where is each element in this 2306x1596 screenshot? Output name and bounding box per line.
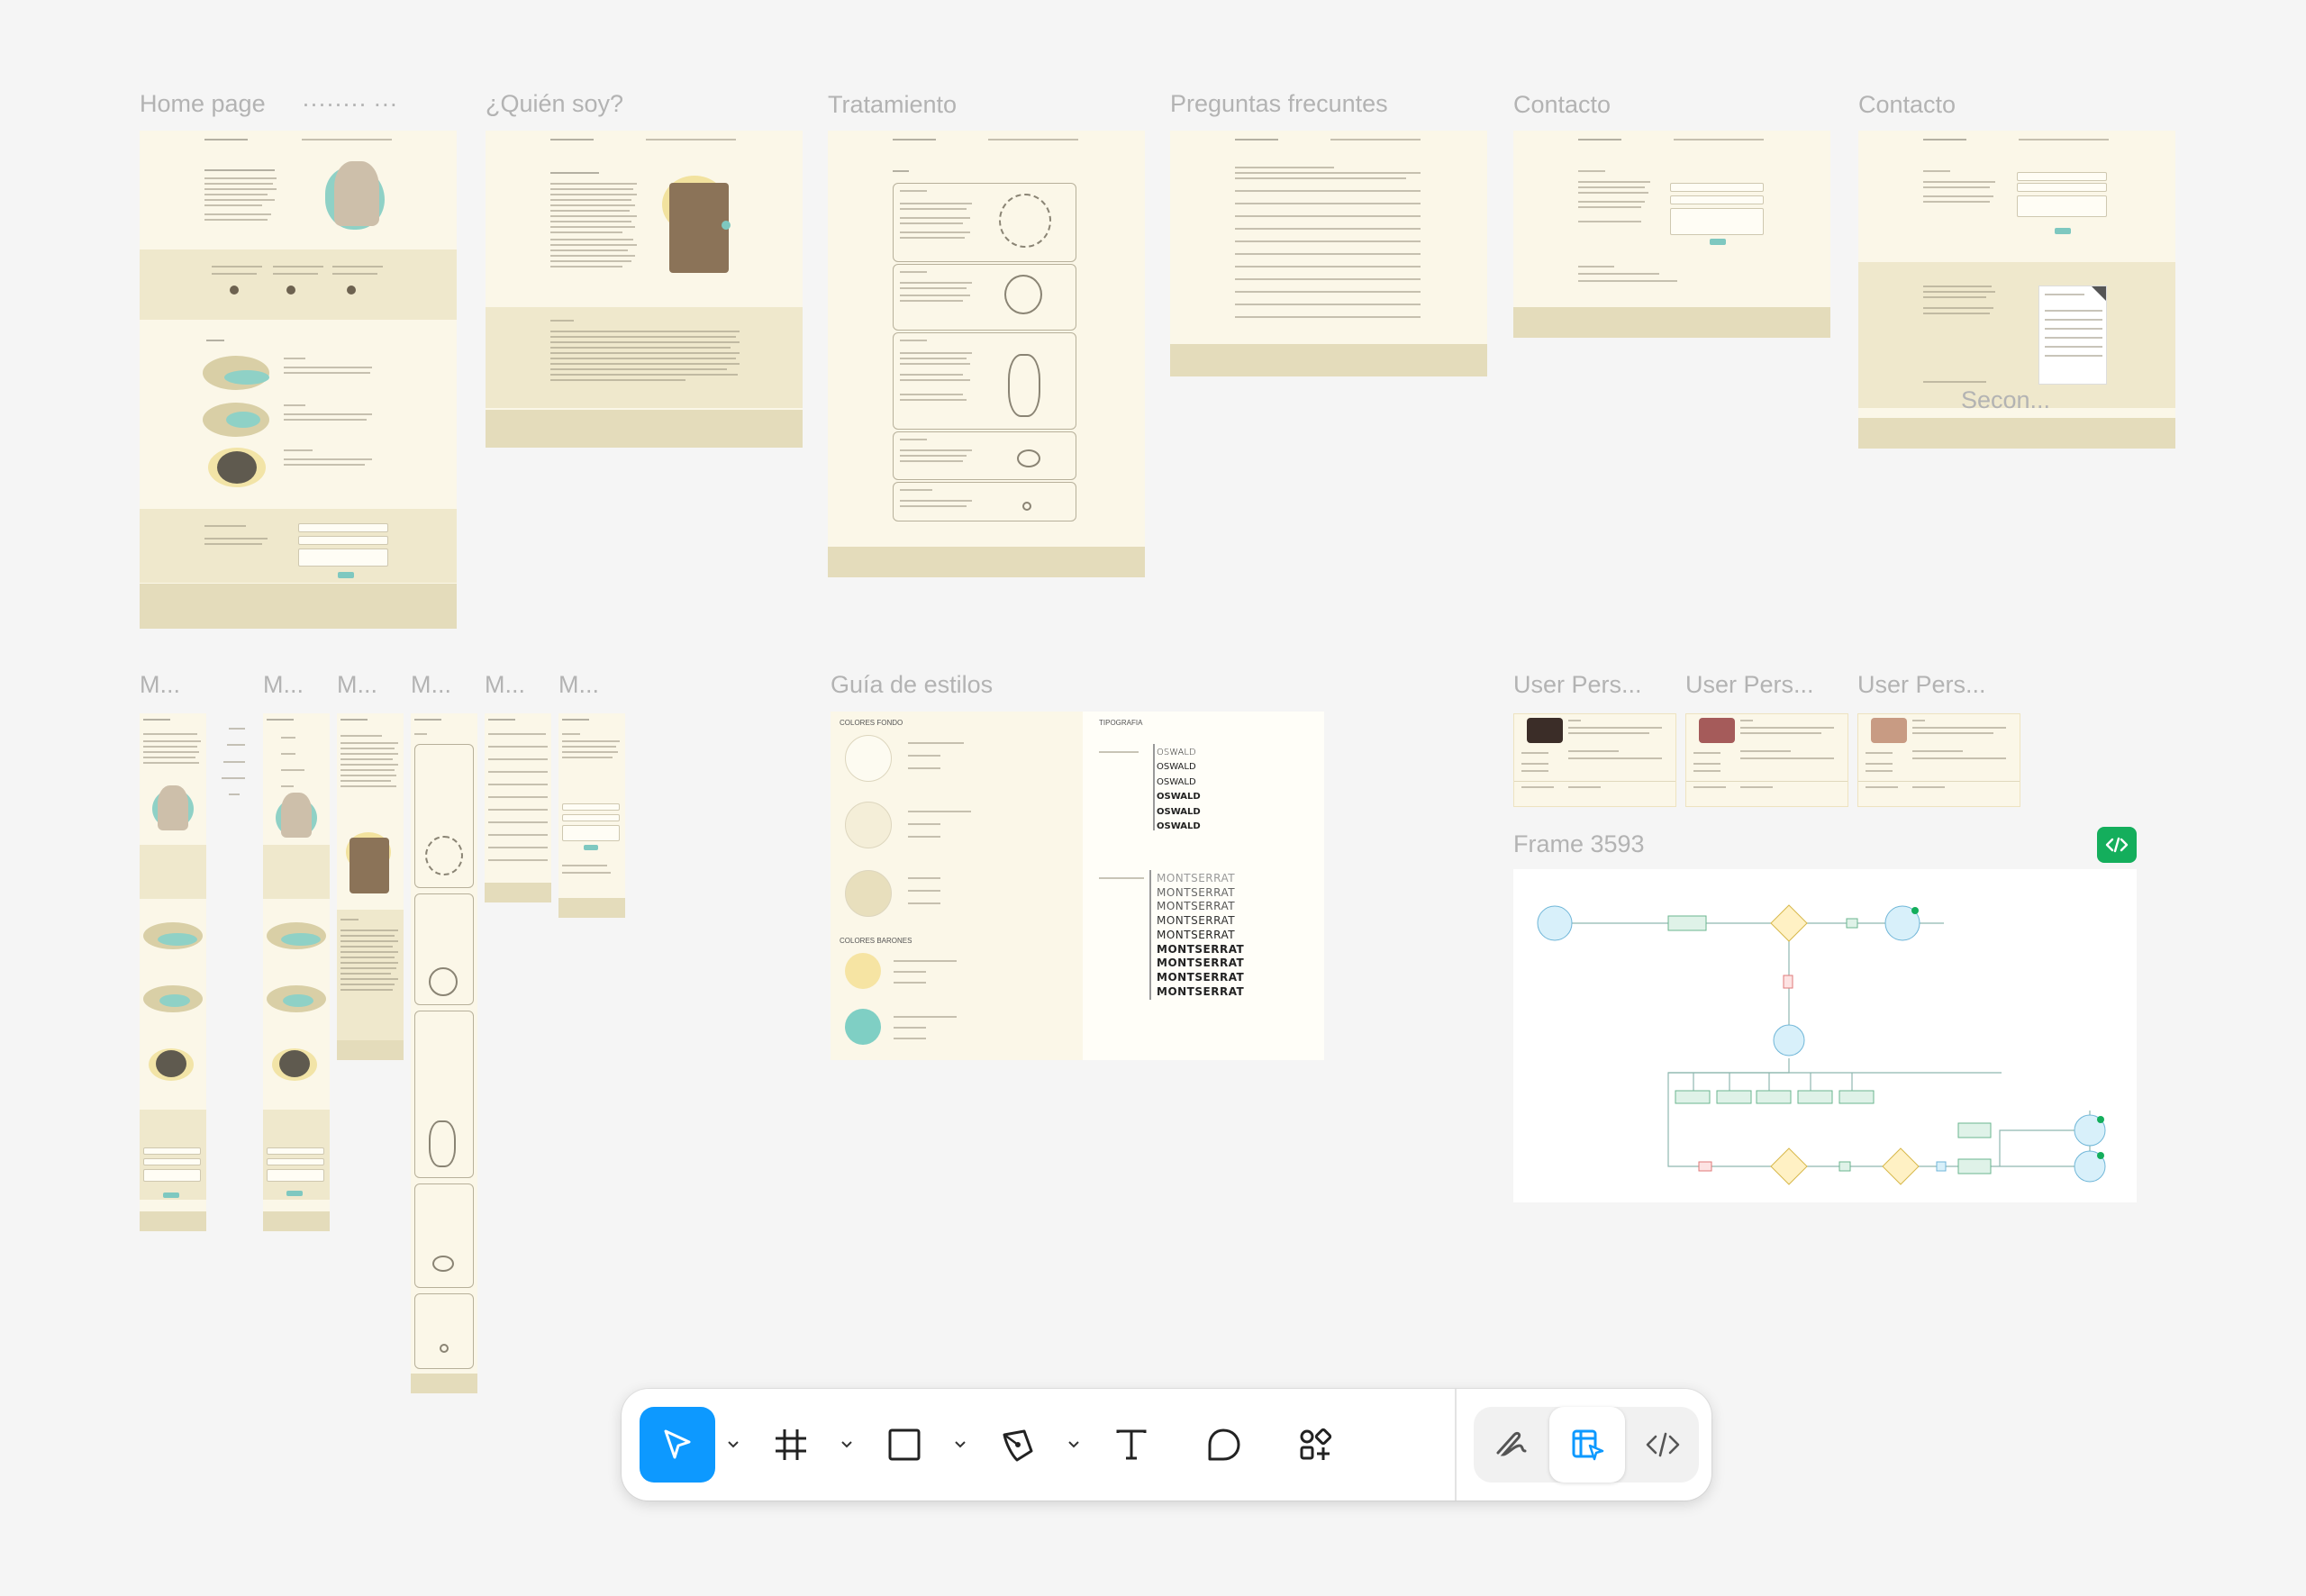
swatch-5: [845, 1009, 881, 1045]
frame-label-user-persona-2[interactable]: User Pers...: [1685, 671, 1814, 699]
montserrat-sample: MONTSERRAT: [1157, 970, 1245, 984]
rectangle-tool-dropdown[interactable]: [946, 1407, 975, 1483]
montserrat-sample: MONTSERRAT: [1157, 872, 1236, 884]
montserrat-sample: MONTSERRAT: [1157, 900, 1236, 913]
cursor-icon: [664, 1429, 691, 1459]
chevron-down-icon: [955, 1441, 966, 1448]
move-tool[interactable]: [640, 1407, 715, 1483]
frame-mobile-quien-soy[interactable]: [337, 713, 404, 1060]
chevron-down-icon: [728, 1441, 739, 1448]
comment-icon: [1208, 1428, 1240, 1461]
swatch-4: [845, 953, 881, 989]
montserrat-sample: MONTSERRAT: [1157, 914, 1236, 928]
frame-quien-soy[interactable]: [486, 131, 803, 448]
pen-icon: [1003, 1429, 1033, 1462]
frame-guia-estilos[interactable]: COLORES FONDO COLORES BARONES TIPOGRAFIA…: [831, 712, 1324, 1060]
comment-tool[interactable]: [1185, 1407, 1261, 1483]
montserrat-sample: MONTSERRAT: [1157, 885, 1236, 899]
oswald-sample: OSWALD: [1157, 748, 1196, 757]
frame-user-persona-1[interactable]: [1513, 713, 1676, 807]
frame-label-preguntas[interactable]: Preguntas frecuntes: [1170, 90, 1388, 118]
montserrat-sample: MONTSERRAT: [1157, 928, 1236, 941]
frame-label-frame-3593[interactable]: Frame 3593: [1513, 830, 1645, 858]
dev-mode[interactable]: [1625, 1407, 1701, 1483]
move-tool-dropdown[interactable]: [719, 1407, 748, 1483]
text-icon: [1116, 1429, 1147, 1460]
frame-mobile-home-menu[interactable]: [263, 713, 330, 1231]
tipografia-title: TIPOGRAFIA: [1099, 719, 1143, 727]
frame-user-persona-3[interactable]: [1857, 713, 2020, 807]
hash-icon: [776, 1429, 806, 1460]
frame-label-home-suffix: ········ ···: [302, 90, 398, 117]
frame-mobile-home[interactable]: [140, 713, 206, 1231]
text-tool[interactable]: [1094, 1407, 1169, 1483]
bottom-toolbar: [622, 1389, 1711, 1501]
frame-tool[interactable]: [753, 1407, 829, 1483]
swatch-1: [845, 735, 892, 782]
frame-label-mobile-2[interactable]: M...: [263, 671, 304, 699]
frame-3593-flowchart[interactable]: [1513, 869, 2137, 1202]
montserrat-sample: MONTSERRAT: [1157, 984, 1245, 998]
montserrat-sample: MONTSERRAT: [1157, 942, 1245, 956]
frame-label-contacto-1[interactable]: Contacto: [1513, 91, 1611, 119]
chevron-down-icon: [1068, 1441, 1079, 1448]
frame-label-mobile-3[interactable]: M...: [337, 671, 377, 699]
frame-preguntas-frecuentes[interactable]: [1170, 131, 1487, 376]
oswald-sample: OSWALD: [1157, 806, 1201, 817]
oswald-sample: OSWALD: [1157, 762, 1196, 773]
swatch-2: [845, 802, 892, 848]
code-icon: [2105, 837, 2129, 853]
pen-tool-dropdown[interactable]: [1059, 1407, 1088, 1483]
design-icon: [1572, 1429, 1604, 1461]
frame-label-guia-estilos[interactable]: Guía de estilos: [831, 671, 993, 699]
montserrat-sample: MONTSERRAT: [1157, 957, 1245, 970]
colores-ramones-title: COLORES BARONES: [840, 937, 912, 945]
flowchart-diagram: [1537, 904, 2106, 1185]
rectangle-tool[interactable]: [867, 1407, 942, 1483]
oswald-sample: OSWALD: [1157, 776, 1196, 787]
frame-tool-dropdown[interactable]: [832, 1407, 861, 1483]
frame-label-home[interactable]: Home page: [140, 90, 266, 118]
dev-code-badge[interactable]: [2097, 827, 2137, 863]
frame-label-user-persona-1[interactable]: User Pers...: [1513, 671, 1642, 699]
frame-home-page[interactable]: [140, 131, 457, 629]
frame-mobile-tratamiento[interactable]: [411, 713, 477, 1393]
pen-tool[interactable]: [980, 1407, 1056, 1483]
toolbar-divider: [1455, 1389, 1457, 1501]
oswald-sample: OSWALD: [1157, 792, 1201, 803]
scribble-icon: [1496, 1431, 1527, 1456]
design-canvas[interactable]: Home page ········ ··· ¿Quién soy? Trata…: [0, 0, 2306, 1596]
frame-label-mobile-4[interactable]: M...: [411, 671, 451, 699]
rectangle-icon: [888, 1428, 921, 1461]
design-mode[interactable]: [1549, 1407, 1625, 1483]
draw-mode[interactable]: [1474, 1407, 1549, 1483]
calendar-widget: [2038, 286, 2107, 385]
actions-tool[interactable]: [1277, 1407, 1353, 1483]
frame-label-mobile-1[interactable]: M...: [140, 671, 180, 699]
frame-label-quien-soy[interactable]: ¿Quién soy?: [486, 90, 623, 118]
frame-label-contacto-2[interactable]: Contacto: [1858, 91, 1956, 119]
frame-mobile-contacto[interactable]: [558, 713, 625, 918]
frame-label-user-persona-3[interactable]: User Pers...: [1857, 671, 1986, 699]
frame-mobile-preguntas[interactable]: [485, 713, 551, 902]
frame-tratamiento[interactable]: [828, 131, 1145, 577]
secondary-overlay-label: Secon...: [1961, 386, 2051, 413]
shapes-plus-icon: [1300, 1428, 1332, 1460]
frame-user-persona-2[interactable]: [1685, 713, 1848, 807]
frame-label-mobile-6[interactable]: M...: [558, 671, 599, 699]
frame-contacto-1[interactable]: [1513, 131, 1830, 338]
frame-label-tratamiento[interactable]: Tratamiento: [828, 91, 957, 119]
frame-contacto-2[interactable]: Secon...: [1858, 131, 2175, 449]
colores-fondo-title: COLORES FONDO: [840, 719, 903, 727]
code-icon: [1646, 1432, 1680, 1457]
chevron-down-icon: [841, 1441, 852, 1448]
oswald-sample: OSWALD: [1157, 821, 1201, 832]
frame-label-mobile-5[interactable]: M...: [485, 671, 525, 699]
swatch-3: [845, 870, 892, 917]
